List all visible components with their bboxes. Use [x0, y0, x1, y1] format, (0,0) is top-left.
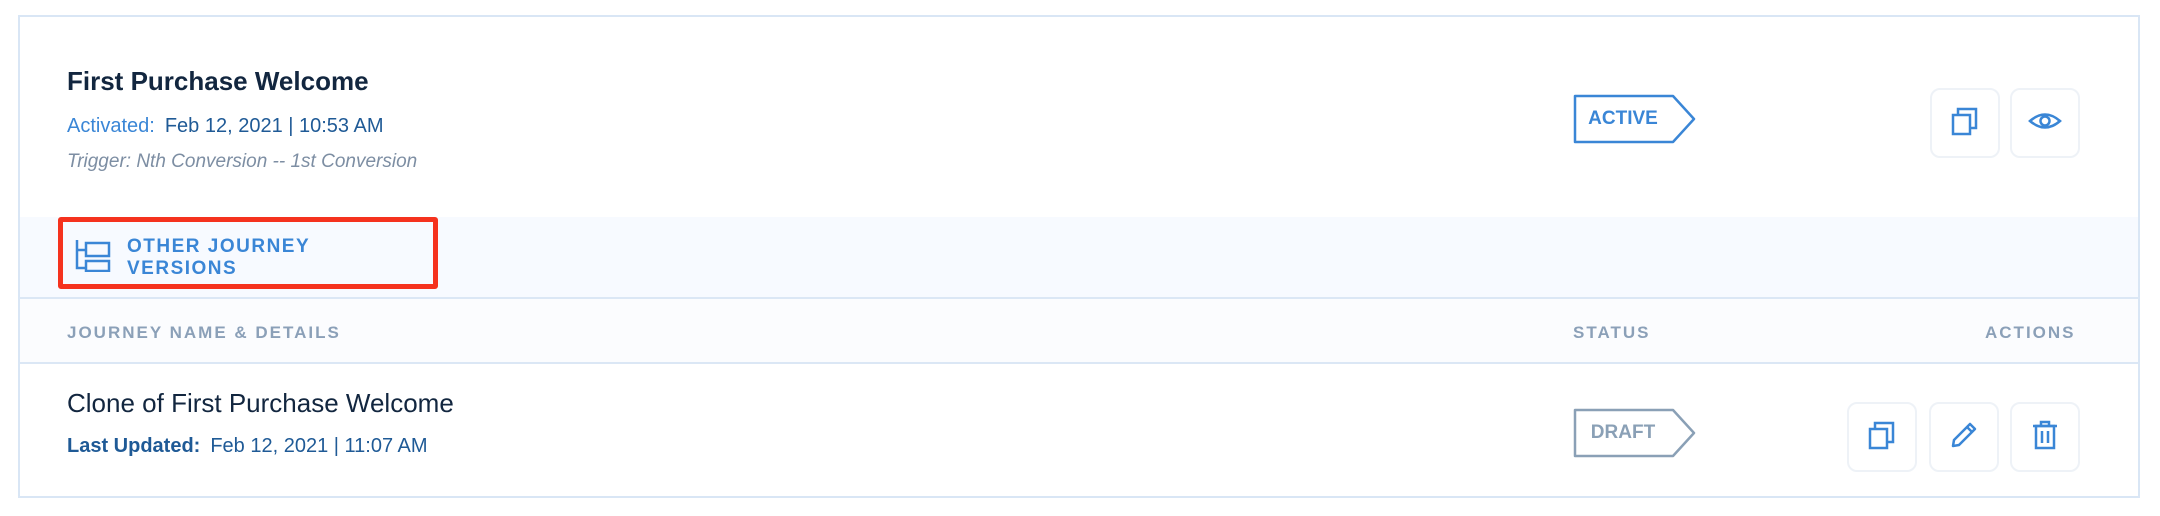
journey-title[interactable]: First Purchase Welcome: [67, 66, 369, 97]
journey-card: First Purchase Welcome Activated: Feb 12,…: [18, 15, 2140, 498]
activated-value: Feb 12, 2021 | 10:53 AM: [164, 115, 384, 137]
view-button[interactable]: [2010, 88, 2080, 158]
column-header-name: JOURNEY NAME & DETAILS: [67, 323, 341, 342]
highlight-box: [58, 217, 438, 289]
activated-label: Activated:: [67, 115, 155, 137]
copy-icon: [1948, 104, 1982, 143]
updated-label: Last Updated:: [67, 435, 201, 457]
column-header-actions: ACTIONS: [1985, 323, 2076, 342]
current-journey-row: First Purchase Welcome Activated: Feb 12,…: [20, 17, 2138, 217]
updated-value: Feb 12, 2021 | 11:07 AM: [210, 435, 428, 457]
updated-line: Last Updated: Feb 12, 2021 | 11:07 AM: [67, 435, 428, 458]
trigger-text: Trigger: Nth Conversion -- 1st Conversio…: [67, 151, 418, 172]
column-header-status: STATUS: [1573, 323, 1651, 342]
status-label: ACTIVE: [1588, 108, 1658, 129]
pencil-icon: [1947, 418, 1981, 457]
row-title[interactable]: Clone of First Purchase Welcome: [67, 388, 454, 419]
trash-icon: [2028, 418, 2062, 457]
other-versions-bar: OTHER JOURNEY VERSIONS: [20, 217, 2138, 299]
status-badge-active: ACTIVE: [1573, 94, 1697, 144]
versions-table-header: JOURNEY NAME & DETAILS STATUS ACTIONS: [20, 299, 2138, 364]
status-badge-draft: DRAFT: [1573, 408, 1697, 458]
row-delete-button[interactable]: [2010, 402, 2080, 472]
row-copy-button[interactable]: [1847, 402, 1917, 472]
eye-icon: [2027, 104, 2063, 143]
copy-icon: [1865, 418, 1899, 457]
copy-button[interactable]: [1930, 88, 2000, 158]
row-edit-button[interactable]: [1929, 402, 1999, 472]
status-label: DRAFT: [1590, 422, 1656, 443]
activated-line: Activated: Feb 12, 2021 | 10:53 AM: [67, 115, 384, 138]
